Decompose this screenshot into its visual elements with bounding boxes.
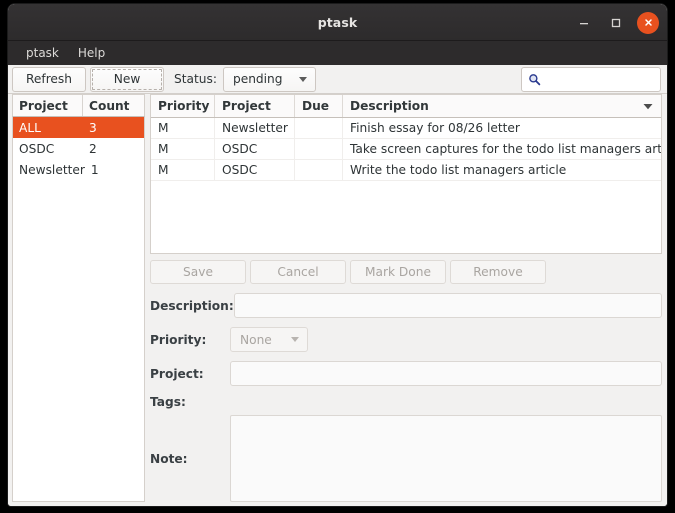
- task-project: OSDC: [215, 160, 295, 181]
- project-name: ALL: [13, 121, 83, 135]
- search-input[interactable]: [521, 67, 661, 92]
- table-row[interactable]: M Newsletter Finish essay for 08/26 lett…: [151, 118, 661, 139]
- project-list-header: Project Count: [12, 94, 145, 117]
- table-row[interactable]: M OSDC Write the todo list managers arti…: [151, 160, 661, 181]
- status-label: Status:: [174, 72, 217, 86]
- new-button[interactable]: New: [90, 67, 164, 92]
- detail-button-row: Save Cancel Mark Done Remove: [150, 260, 662, 293]
- project-field[interactable]: [230, 361, 662, 386]
- titlebar: ptask: [8, 4, 667, 41]
- remove-button[interactable]: Remove: [450, 260, 546, 284]
- table-row[interactable]: M OSDC Take screen captures for the todo…: [151, 139, 661, 160]
- project-row: Project:: [150, 361, 662, 386]
- note-row: Note:: [150, 415, 662, 502]
- note-label: Note:: [150, 452, 230, 466]
- note-textarea[interactable]: [230, 415, 662, 502]
- project-count: 1: [85, 163, 144, 177]
- project-count: 3: [83, 121, 144, 135]
- save-button[interactable]: Save: [150, 260, 246, 284]
- column-menu-button[interactable]: [639, 95, 657, 117]
- project-list-item-newsletter[interactable]: Newsletter 1: [13, 159, 144, 180]
- description-row: Description:: [150, 293, 662, 318]
- task-description: Take screen captures for the todo list m…: [343, 142, 661, 156]
- task-project: OSDC: [215, 139, 295, 160]
- task-column-header-priority[interactable]: Priority: [151, 95, 215, 117]
- priority-row: Priority: None: [150, 327, 662, 352]
- window-title: ptask: [318, 15, 358, 30]
- main-content: Project Count ALL 3 OSDC 2 Newsletter 1: [8, 94, 667, 506]
- project-column-header[interactable]: Project: [13, 95, 83, 116]
- task-detail-form: Save Cancel Mark Done Remove Description…: [150, 254, 662, 502]
- description-field[interactable]: [234, 293, 662, 318]
- chevron-down-icon: [291, 337, 299, 342]
- project-list-item-osdc[interactable]: OSDC 2: [13, 138, 144, 159]
- count-column-header[interactable]: Count: [83, 95, 144, 116]
- task-table: Priority Project Due Description M Newsl…: [150, 94, 662, 254]
- task-description: Write the todo list managers article: [343, 163, 661, 177]
- task-due: [295, 160, 343, 181]
- project-name: Newsletter: [13, 163, 85, 177]
- task-column-header-description[interactable]: Description: [343, 95, 661, 117]
- right-pane: Priority Project Due Description M Newsl…: [145, 94, 667, 506]
- task-priority: M: [151, 160, 215, 181]
- mark-done-button[interactable]: Mark Done: [350, 260, 446, 284]
- priority-select[interactable]: None: [230, 327, 308, 352]
- task-column-header-due[interactable]: Due: [295, 95, 343, 117]
- menu-item-help[interactable]: Help: [70, 45, 113, 62]
- status-select[interactable]: pending: [223, 67, 316, 92]
- close-button[interactable]: [637, 12, 659, 34]
- cancel-button[interactable]: Cancel: [250, 260, 346, 284]
- maximize-button[interactable]: [605, 12, 627, 34]
- priority-select-value: None: [240, 333, 272, 347]
- project-count: 2: [83, 142, 144, 156]
- project-sidebar: Project Count ALL 3 OSDC 2 Newsletter 1: [8, 94, 145, 506]
- tags-field-spacer: [230, 402, 662, 403]
- tags-row: Tags:: [150, 395, 662, 409]
- project-name: OSDC: [13, 142, 83, 156]
- task-description: Finish essay for 08/26 letter: [343, 121, 661, 135]
- window-controls: [573, 4, 659, 41]
- menu-item-ptask[interactable]: ptask: [18, 45, 67, 62]
- chevron-down-icon: [299, 77, 307, 82]
- task-priority: M: [151, 118, 215, 139]
- project-list-item-all[interactable]: ALL 3: [13, 117, 144, 138]
- menubar: ptask Help: [8, 41, 667, 65]
- search-icon: [528, 73, 541, 86]
- minimize-button[interactable]: [573, 12, 595, 34]
- task-table-header: Priority Project Due Description: [151, 95, 661, 118]
- description-label: Description:: [150, 299, 234, 313]
- task-due: [295, 139, 343, 160]
- task-project: Newsletter: [215, 118, 295, 139]
- task-column-header-project[interactable]: Project: [215, 95, 295, 117]
- project-list[interactable]: ALL 3 OSDC 2 Newsletter 1: [12, 117, 145, 502]
- priority-label: Priority:: [150, 333, 230, 347]
- tags-label: Tags:: [150, 395, 230, 409]
- refresh-button[interactable]: Refresh: [12, 67, 86, 92]
- toolbar: Refresh New Status: pending: [8, 65, 667, 94]
- task-due: [295, 118, 343, 139]
- status-select-value: pending: [233, 72, 283, 86]
- chevron-down-icon: [643, 103, 653, 110]
- application-window: ptask ptask Help Refresh New Status: pen…: [8, 4, 667, 506]
- task-priority: M: [151, 139, 215, 160]
- project-label: Project:: [150, 367, 230, 381]
